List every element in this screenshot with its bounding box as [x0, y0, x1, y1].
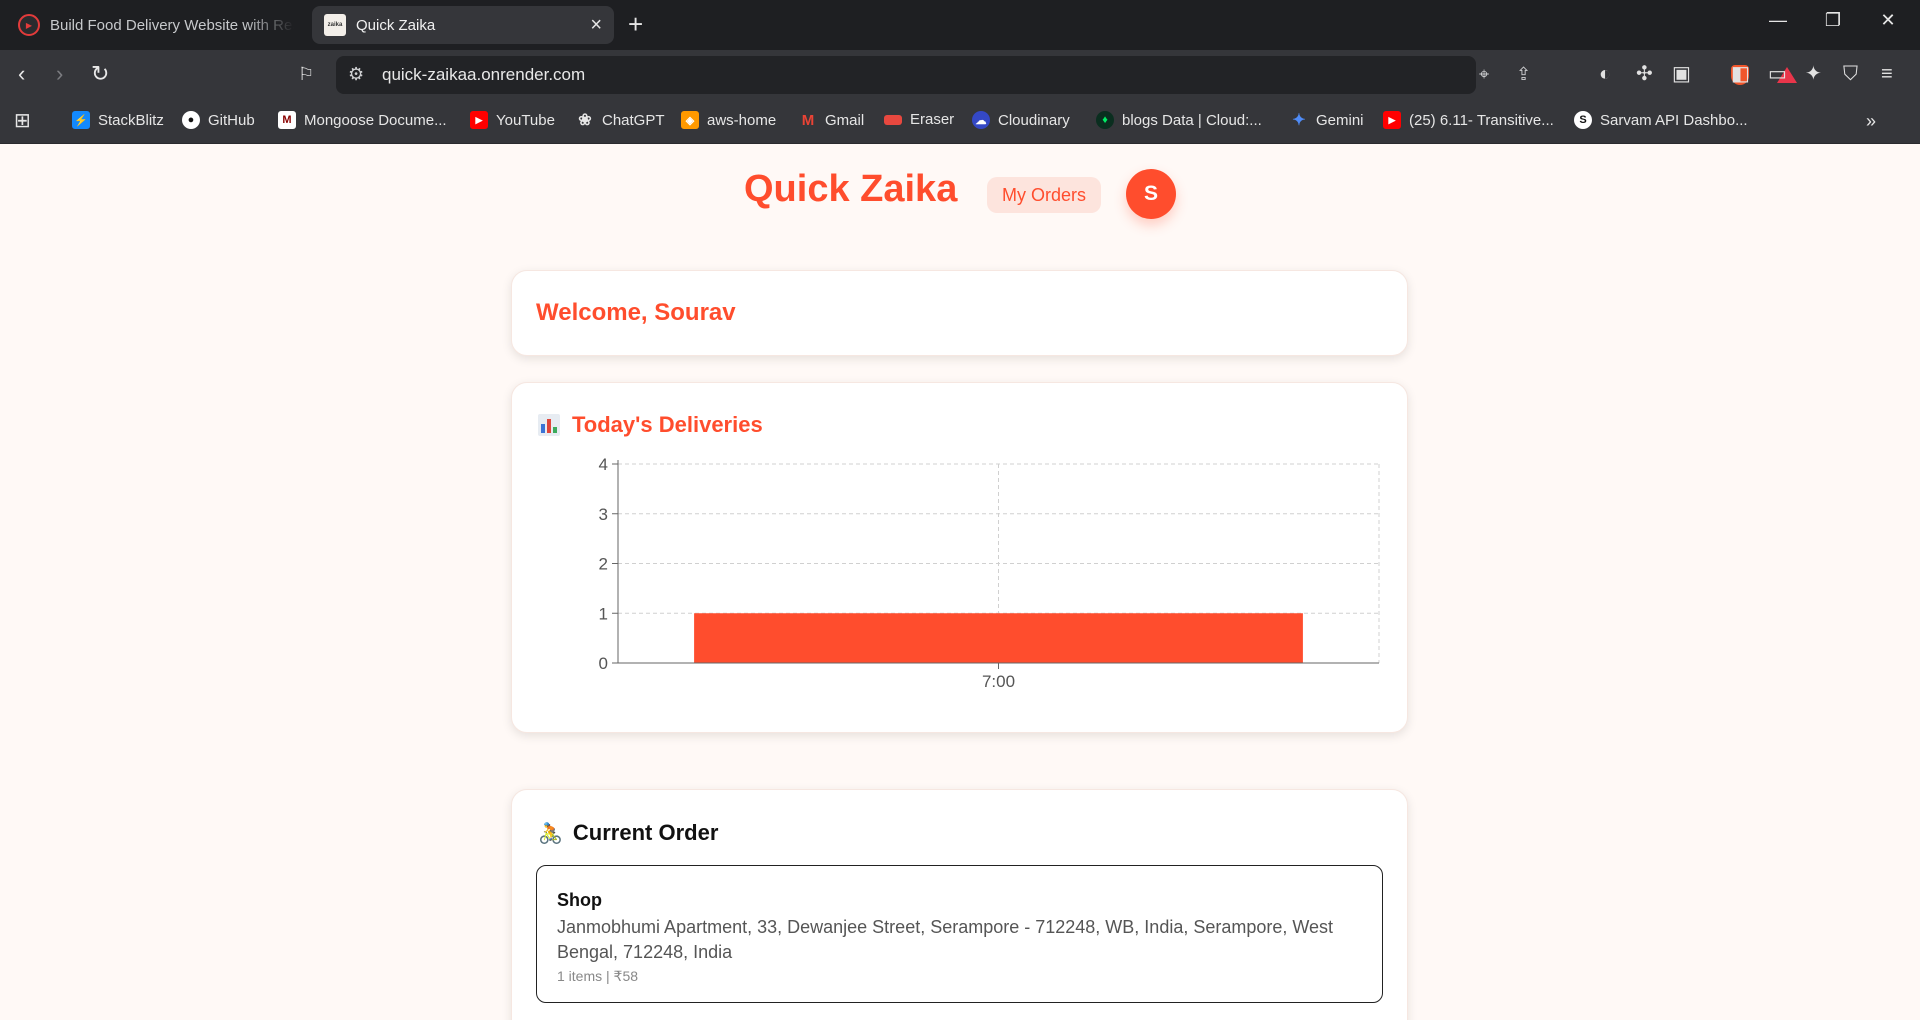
current-order-heading: 🚴 Current Order — [538, 820, 718, 846]
current-order-card: 🚴 Current Order Shop Janmobhumi Apartmen… — [511, 789, 1408, 1020]
wallet-icon[interactable]: ▭ — [1768, 63, 1787, 85]
bar-700 — [694, 613, 1303, 663]
x-tick-label: 7:00 — [982, 672, 1015, 691]
sidebar-icon[interactable]: ◧ — [1731, 63, 1750, 85]
eraser-icon — [884, 114, 902, 125]
sarvam-icon: S — [1574, 111, 1592, 129]
site-brand[interactable]: Quick Zaika — [744, 168, 957, 211]
ai-sparkle-icon[interactable]: ✦ — [1805, 63, 1822, 85]
shop-label: Shop — [557, 890, 602, 910]
tab-title: Quick Zaika — [356, 16, 436, 34]
tab-quick-zaika[interactable]: zaika Quick Zaika × — [312, 6, 614, 44]
bookmarks-bar: ⊞ ⚡ StackBlitz ● GitHub M Mongoose Docum… — [0, 100, 1920, 144]
mongodb-icon: ♦ — [1096, 111, 1114, 129]
bookmark-youtube[interactable]: ▶ YouTube — [470, 111, 555, 129]
browser-tab-bar: ▶ Build Food Delivery Website with Rea z… — [0, 0, 1920, 50]
bookmark-icon[interactable]: ⚐ — [298, 62, 314, 86]
back-button[interactable]: ‹ — [18, 62, 25, 86]
bookmark-gemini[interactable]: ✦ Gemini — [1290, 111, 1363, 130]
youtube-icon: ▶ — [1383, 111, 1401, 129]
bookmark-aws[interactable]: ◈ aws-home — [681, 111, 776, 129]
order-details-box[interactable]: Shop Janmobhumi Apartment, 33, Dewanjee … — [536, 865, 1383, 1003]
youtube-tab-icon: ▶ — [18, 14, 40, 36]
bookmark-eraser[interactable]: Eraser — [884, 111, 954, 128]
bookmark-sarvam[interactable]: S Sarvam API Dashbo... — [1574, 111, 1748, 129]
user-avatar[interactable]: S — [1126, 169, 1176, 219]
bookmark-mongoose[interactable]: M Mongoose Docume... — [278, 111, 447, 129]
reload-button[interactable]: ↻ — [91, 62, 109, 86]
cloudinary-icon: ☁ — [972, 111, 990, 129]
new-tab-button[interactable]: + — [628, 10, 643, 38]
zaika-favicon-icon: zaika — [324, 14, 346, 36]
gmail-icon: M — [801, 111, 815, 129]
forward-button[interactable]: › — [56, 62, 63, 86]
order-meta: 1 items | ₹58 — [557, 968, 639, 984]
y-tick-label: 0 — [599, 654, 608, 673]
location-icon[interactable]: ⌖ — [1479, 64, 1489, 85]
tab-build-food-delivery[interactable]: ▶ Build Food Delivery Website with Rea — [6, 6, 306, 44]
bookmark-cloudinary[interactable]: ☁ Cloudinary — [972, 111, 1070, 129]
shop-address: Janmobhumi Apartment, 33, Dewanjee Stree… — [557, 917, 1334, 962]
site-settings-icon[interactable]: ⚙ — [348, 64, 364, 85]
leo-icon[interactable]: ◐ — [1599, 63, 1611, 85]
y-tick-label: 2 — [599, 555, 608, 574]
github-icon: ● — [182, 111, 200, 129]
tab-title: Build Food Delivery Website with Rea — [50, 16, 294, 34]
mongoose-icon: M — [278, 111, 296, 129]
bookmark-gmail[interactable]: M Gmail — [799, 111, 864, 129]
share-icon[interactable]: ⇪ — [1516, 64, 1531, 85]
apps-grid-icon[interactable]: ⊞ — [14, 108, 31, 133]
restore-button[interactable]: ❐ — [1813, 10, 1853, 31]
welcome-card: Welcome, Sourav — [511, 270, 1408, 356]
extensions-icon[interactable]: ✣ — [1636, 63, 1653, 85]
bookmark-stackblitz[interactable]: ⚡ StackBlitz — [72, 111, 164, 129]
current-order-title: Current Order — [572, 820, 719, 845]
stackblitz-icon: ⚡ — [72, 111, 90, 129]
bookmark-blogs-data[interactable]: ♦ blogs Data | Cloud:... — [1096, 111, 1262, 129]
url-text[interactable]: quick-zaikaa.onrender.com — [382, 65, 585, 85]
minimize-button[interactable]: — — [1758, 10, 1798, 31]
bookmark-youtube-transitive[interactable]: ▶ (25) 6.11- Transitive... — [1383, 111, 1554, 129]
deliveries-bar-chart: 0 1 2 3 4 7:00 — [599, 455, 1380, 691]
menu-icon[interactable]: ≡ — [1881, 63, 1893, 85]
bookmark-github[interactable]: ● GitHub — [182, 111, 255, 129]
more-bookmarks-icon[interactable]: » — [1866, 111, 1876, 132]
my-orders-button[interactable]: My Orders — [987, 177, 1101, 213]
aws-icon: ◈ — [681, 111, 699, 129]
vpn-shield-icon[interactable]: ⛉ — [1843, 63, 1858, 85]
gemini-icon: ✦ — [1292, 112, 1306, 129]
bookmark-chatgpt[interactable]: ❀ ChatGPT — [576, 111, 664, 130]
chatgpt-icon: ❀ — [578, 112, 592, 129]
y-tick-label: 3 — [599, 505, 608, 524]
delivery-bike-icon: 🚴 — [538, 822, 563, 845]
window-close-button[interactable]: ✕ — [1868, 10, 1908, 31]
browser-nav-bar: ‹ › ↻ ⚐ ⚙ quick-zaikaa.onrender.com ⌖ ⇪ … — [0, 50, 1920, 100]
deliveries-card: Today's Deliveries 0 1 2 3 4 7:00 — [511, 382, 1408, 733]
welcome-heading: Welcome, Sourav — [536, 299, 736, 326]
address-bar[interactable]: ⚙ quick-zaikaa.onrender.com ⌖ ⇪ — [336, 56, 1797, 94]
reader-mode-icon[interactable]: ▣ — [1672, 63, 1691, 85]
y-tick-label: 4 — [599, 455, 608, 474]
y-tick-label: 1 — [599, 604, 608, 623]
youtube-icon: ▶ — [470, 111, 488, 129]
close-tab-icon[interactable]: × — [590, 14, 602, 37]
